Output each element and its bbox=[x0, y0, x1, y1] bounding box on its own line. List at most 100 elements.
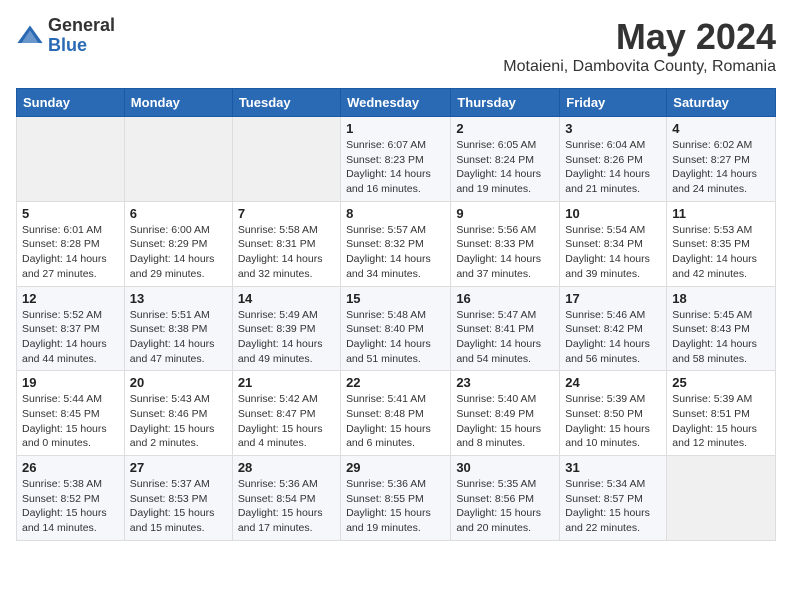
calendar-cell: 8 Sunrise: 5:57 AMSunset: 8:32 PMDaylight… bbox=[341, 201, 451, 286]
day-number: 27 bbox=[130, 460, 227, 475]
day-number: 21 bbox=[238, 375, 335, 390]
weekday-header-monday: Monday bbox=[124, 89, 232, 117]
logo-general: General bbox=[48, 16, 115, 36]
day-info: Sunrise: 5:42 AMSunset: 8:47 PMDaylight:… bbox=[238, 392, 335, 451]
calendar-cell bbox=[667, 456, 776, 541]
calendar-cell bbox=[17, 117, 125, 202]
day-number: 12 bbox=[22, 291, 119, 306]
weekday-row: SundayMondayTuesdayWednesdayThursdayFrid… bbox=[17, 89, 776, 117]
weekday-header-sunday: Sunday bbox=[17, 89, 125, 117]
calendar-cell: 1 Sunrise: 6:07 AMSunset: 8:23 PMDaylight… bbox=[341, 117, 451, 202]
day-info: Sunrise: 5:36 AMSunset: 8:55 PMDaylight:… bbox=[346, 477, 445, 536]
day-number: 28 bbox=[238, 460, 335, 475]
calendar-cell: 10Sunrise: 5:54 AMSunset: 8:34 PMDayligh… bbox=[560, 201, 667, 286]
calendar-body: 1 Sunrise: 6:07 AMSunset: 8:23 PMDaylight… bbox=[17, 117, 776, 541]
day-number: 26 bbox=[22, 460, 119, 475]
day-number: 5 bbox=[22, 206, 119, 221]
day-info: Sunrise: 5:54 AMSunset: 8:34 PMDaylight:… bbox=[565, 223, 661, 282]
location: Motaieni, Dambovita County, Romania bbox=[503, 58, 776, 76]
day-info: Sunrise: 5:43 AMSunset: 8:46 PMDaylight:… bbox=[130, 392, 227, 451]
day-info: Sunrise: 6:00 AMSunset: 8:29 PMDaylight:… bbox=[130, 223, 227, 282]
day-info: Sunrise: 5:35 AMSunset: 8:56 PMDaylight:… bbox=[456, 477, 554, 536]
day-number: 11 bbox=[672, 206, 770, 221]
day-info: Sunrise: 5:38 AMSunset: 8:52 PMDaylight:… bbox=[22, 477, 119, 536]
calendar-week-5: 26 Sunrise: 5:38 AMSunset: 8:52 PMDayligh… bbox=[17, 456, 776, 541]
title-block: May 2024 Motaieni, Dambovita County, Rom… bbox=[503, 16, 776, 76]
day-info: Sunrise: 5:39 AMSunset: 8:50 PMDaylight:… bbox=[565, 392, 661, 451]
day-info: Sunrise: 5:57 AMSunset: 8:32 PMDaylight:… bbox=[346, 223, 445, 282]
day-number: 3 bbox=[565, 121, 661, 136]
day-number: 1 bbox=[346, 121, 445, 136]
day-info: Sunrise: 5:45 AMSunset: 8:43 PMDaylight:… bbox=[672, 308, 770, 367]
calendar-table: SundayMondayTuesdayWednesdayThursdayFrid… bbox=[16, 88, 776, 541]
day-info: Sunrise: 5:49 AMSunset: 8:39 PMDaylight:… bbox=[238, 308, 335, 367]
weekday-header-tuesday: Tuesday bbox=[232, 89, 340, 117]
day-number: 16 bbox=[456, 291, 554, 306]
day-info: Sunrise: 5:44 AMSunset: 8:45 PMDaylight:… bbox=[22, 392, 119, 451]
day-number: 2 bbox=[456, 121, 554, 136]
calendar-week-2: 5 Sunrise: 6:01 AMSunset: 8:28 PMDaylight… bbox=[17, 201, 776, 286]
day-number: 31 bbox=[565, 460, 661, 475]
calendar-cell: 19 Sunrise: 5:44 AMSunset: 8:45 PMDayligh… bbox=[17, 371, 125, 456]
day-info: Sunrise: 5:37 AMSunset: 8:53 PMDaylight:… bbox=[130, 477, 227, 536]
calendar-cell: 4 Sunrise: 6:02 AMSunset: 8:27 PMDaylight… bbox=[667, 117, 776, 202]
day-info: Sunrise: 6:07 AMSunset: 8:23 PMDaylight:… bbox=[346, 138, 445, 197]
day-number: 20 bbox=[130, 375, 227, 390]
calendar-cell: 30 Sunrise: 5:35 AMSunset: 8:56 PMDayligh… bbox=[451, 456, 560, 541]
day-number: 19 bbox=[22, 375, 119, 390]
day-number: 8 bbox=[346, 206, 445, 221]
calendar-week-4: 19 Sunrise: 5:44 AMSunset: 8:45 PMDayligh… bbox=[17, 371, 776, 456]
day-info: Sunrise: 5:52 AMSunset: 8:37 PMDaylight:… bbox=[22, 308, 119, 367]
calendar-cell: 2 Sunrise: 6:05 AMSunset: 8:24 PMDaylight… bbox=[451, 117, 560, 202]
calendar-cell bbox=[232, 117, 340, 202]
calendar-cell: 3 Sunrise: 6:04 AMSunset: 8:26 PMDaylight… bbox=[560, 117, 667, 202]
calendar-cell: 11 Sunrise: 5:53 AMSunset: 8:35 PMDayligh… bbox=[667, 201, 776, 286]
day-number: 29 bbox=[346, 460, 445, 475]
day-info: Sunrise: 5:47 AMSunset: 8:41 PMDaylight:… bbox=[456, 308, 554, 367]
day-info: Sunrise: 5:51 AMSunset: 8:38 PMDaylight:… bbox=[130, 308, 227, 367]
day-info: Sunrise: 6:04 AMSunset: 8:26 PMDaylight:… bbox=[565, 138, 661, 197]
day-number: 24 bbox=[565, 375, 661, 390]
page-header: General Blue May 2024 Motaieni, Dambovit… bbox=[16, 16, 776, 76]
day-info: Sunrise: 6:05 AMSunset: 8:24 PMDaylight:… bbox=[456, 138, 554, 197]
calendar-cell: 9Sunrise: 5:56 AMSunset: 8:33 PMDaylight… bbox=[451, 201, 560, 286]
day-info: Sunrise: 5:48 AMSunset: 8:40 PMDaylight:… bbox=[346, 308, 445, 367]
day-number: 6 bbox=[130, 206, 227, 221]
calendar-cell: 6 Sunrise: 6:00 AMSunset: 8:29 PMDaylight… bbox=[124, 201, 232, 286]
day-info: Sunrise: 5:39 AMSunset: 8:51 PMDaylight:… bbox=[672, 392, 770, 451]
day-info: Sunrise: 5:53 AMSunset: 8:35 PMDaylight:… bbox=[672, 223, 770, 282]
day-info: Sunrise: 5:41 AMSunset: 8:48 PMDaylight:… bbox=[346, 392, 445, 451]
day-number: 15 bbox=[346, 291, 445, 306]
calendar-cell: 28 Sunrise: 5:36 AMSunset: 8:54 PMDayligh… bbox=[232, 456, 340, 541]
calendar-cell: 22Sunrise: 5:41 AMSunset: 8:48 PMDayligh… bbox=[341, 371, 451, 456]
calendar-cell: 25 Sunrise: 5:39 AMSunset: 8:51 PMDayligh… bbox=[667, 371, 776, 456]
calendar-cell: 26 Sunrise: 5:38 AMSunset: 8:52 PMDayligh… bbox=[17, 456, 125, 541]
day-info: Sunrise: 5:34 AMSunset: 8:57 PMDaylight:… bbox=[565, 477, 661, 536]
day-info: Sunrise: 5:36 AMSunset: 8:54 PMDaylight:… bbox=[238, 477, 335, 536]
weekday-header-thursday: Thursday bbox=[451, 89, 560, 117]
calendar-cell: 13Sunrise: 5:51 AMSunset: 8:38 PMDayligh… bbox=[124, 286, 232, 371]
calendar-cell: 29 Sunrise: 5:36 AMSunset: 8:55 PMDayligh… bbox=[341, 456, 451, 541]
weekday-header-friday: Friday bbox=[560, 89, 667, 117]
calendar-cell: 15 Sunrise: 5:48 AMSunset: 8:40 PMDayligh… bbox=[341, 286, 451, 371]
calendar-cell: 14Sunrise: 5:49 AMSunset: 8:39 PMDayligh… bbox=[232, 286, 340, 371]
calendar-cell: 20 Sunrise: 5:43 AMSunset: 8:46 PMDayligh… bbox=[124, 371, 232, 456]
day-number: 25 bbox=[672, 375, 770, 390]
weekday-header-saturday: Saturday bbox=[667, 89, 776, 117]
day-number: 30 bbox=[456, 460, 554, 475]
day-info: Sunrise: 6:01 AMSunset: 8:28 PMDaylight:… bbox=[22, 223, 119, 282]
calendar-cell: 17Sunrise: 5:46 AMSunset: 8:42 PMDayligh… bbox=[560, 286, 667, 371]
day-number: 18 bbox=[672, 291, 770, 306]
day-info: Sunrise: 6:02 AMSunset: 8:27 PMDaylight:… bbox=[672, 138, 770, 197]
calendar-header: SundayMondayTuesdayWednesdayThursdayFrid… bbox=[17, 89, 776, 117]
day-info: Sunrise: 5:56 AMSunset: 8:33 PMDaylight:… bbox=[456, 223, 554, 282]
calendar-cell: 31 Sunrise: 5:34 AMSunset: 8:57 PMDayligh… bbox=[560, 456, 667, 541]
day-info: Sunrise: 5:40 AMSunset: 8:49 PMDaylight:… bbox=[456, 392, 554, 451]
day-number: 4 bbox=[672, 121, 770, 136]
calendar-cell: 23Sunrise: 5:40 AMSunset: 8:49 PMDayligh… bbox=[451, 371, 560, 456]
calendar-week-1: 1 Sunrise: 6:07 AMSunset: 8:23 PMDaylight… bbox=[17, 117, 776, 202]
logo: General Blue bbox=[16, 16, 115, 56]
day-number: 7 bbox=[238, 206, 335, 221]
calendar-cell: 16 Sunrise: 5:47 AMSunset: 8:41 PMDayligh… bbox=[451, 286, 560, 371]
logo-text: General Blue bbox=[48, 16, 115, 56]
